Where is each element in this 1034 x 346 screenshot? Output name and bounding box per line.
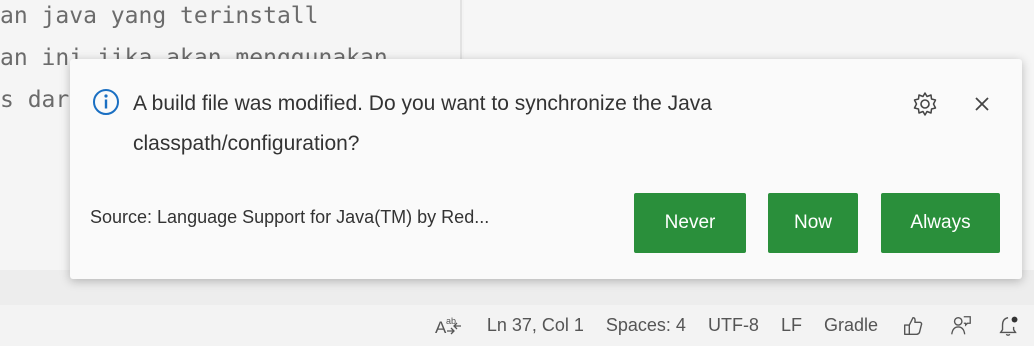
code-line-3: s dar — [0, 87, 70, 113]
notifications-icon[interactable] — [996, 313, 1022, 339]
indentation[interactable]: Spaces: 4 — [606, 315, 686, 336]
now-button[interactable]: Now — [768, 193, 858, 253]
cursor-position[interactable]: Ln 37, Col 1 — [487, 315, 584, 336]
spell-check-icon[interactable]: A ab — [435, 313, 465, 339]
svg-text:ab: ab — [446, 316, 456, 326]
never-button[interactable]: Never — [634, 193, 746, 253]
gear-icon[interactable] — [912, 91, 938, 117]
accounts-icon[interactable] — [948, 313, 974, 339]
info-icon — [93, 89, 119, 115]
notification-message: A build file was modified. Do you want t… — [133, 92, 712, 155]
feedback-like-icon[interactable] — [900, 313, 926, 339]
notification-source: Source: Language Support for Java(TM) by… — [90, 207, 490, 227]
close-icon[interactable] — [968, 90, 996, 118]
notification-toast: A build file was modified. Do you want t… — [70, 59, 1022, 279]
encoding[interactable]: UTF-8 — [708, 315, 759, 336]
status-bar: A ab Ln 37, Col 1 Spaces: 4 UTF-8 LF Gra… — [0, 305, 1034, 346]
end-of-line[interactable]: LF — [781, 315, 802, 336]
always-button[interactable]: Always — [881, 193, 1000, 253]
language-mode[interactable]: Gradle — [824, 315, 878, 336]
code-line-1: an java yang terinstall — [0, 3, 319, 29]
